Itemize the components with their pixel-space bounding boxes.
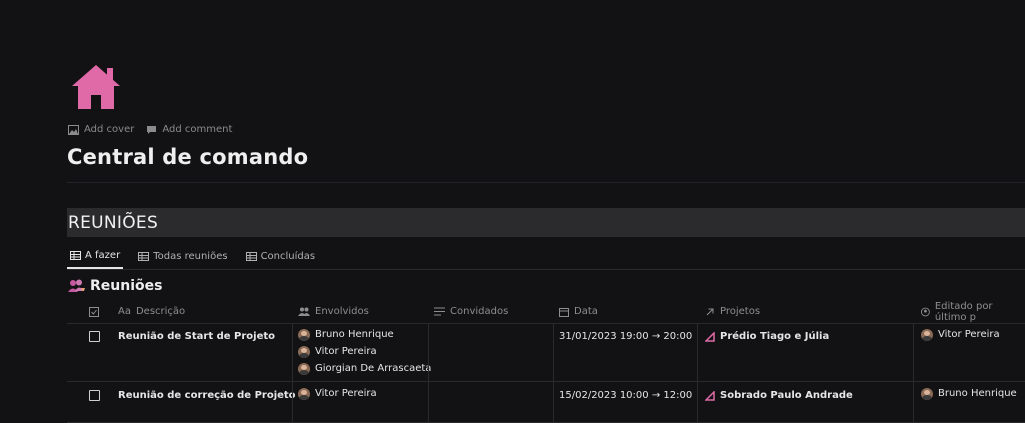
- person-name: Bruno Henrique: [315, 329, 394, 340]
- triangle-ruler-icon: [705, 331, 715, 342]
- avatar: [921, 387, 933, 400]
- row-projeto[interactable]: Sobrado Paulo Andrade: [705, 390, 853, 422]
- database-title-label: Reuniões: [90, 278, 163, 294]
- checkbox-column-icon: [89, 306, 99, 317]
- avatar: [298, 345, 310, 358]
- row-projeto[interactable]: Prédio Tiago e Júlia: [705, 331, 829, 381]
- person-chip: Bruno Henrique: [921, 385, 1017, 402]
- people-icon: [298, 307, 310, 316]
- person-chip: Bruno Henrique: [298, 326, 431, 343]
- user-circle-icon: [921, 307, 930, 316]
- column-divider: [913, 382, 914, 422]
- add-comment-button[interactable]: Add comment: [146, 124, 232, 135]
- tab-label: Todas reuniões: [153, 250, 228, 262]
- tab-concluidas[interactable]: Concluídas: [243, 243, 319, 269]
- column-header-convidados[interactable]: Convidados: [434, 300, 508, 323]
- table-icon: [138, 251, 150, 261]
- column-header-projetos[interactable]: Projetos: [705, 300, 760, 323]
- table-icon: [70, 250, 81, 260]
- column-divider: [697, 382, 698, 422]
- column-label: Convidados: [450, 306, 509, 317]
- column-header-descricao[interactable]: Aa Descrição: [118, 300, 185, 323]
- column-label: Descrição: [135, 306, 186, 317]
- column-label: Data: [574, 306, 598, 317]
- person-name: Vitor Pereira: [938, 329, 1000, 340]
- column-divider: [697, 323, 698, 381]
- page-title: Central de comando: [67, 145, 309, 169]
- divider: [67, 182, 1025, 183]
- image-icon: [68, 124, 79, 135]
- column-header-envolvidos[interactable]: Envolvidos: [298, 300, 369, 323]
- person-chip: Vitor Pereira: [298, 343, 431, 360]
- column-header-editado[interactable]: Editado por último p: [921, 300, 1025, 323]
- add-cover-button[interactable]: Add cover: [68, 124, 134, 135]
- add-cover-label: Add cover: [84, 124, 135, 135]
- column-header-data[interactable]: Data: [559, 300, 598, 323]
- column-divider: [292, 323, 293, 381]
- column-divider: [913, 323, 914, 381]
- section-title: REUNIÕES: [68, 212, 159, 233]
- add-comment-label: Add comment: [162, 124, 233, 135]
- page-actions: Add cover Add comment: [68, 124, 232, 135]
- person-name: Giorgian De Arrascaeta: [315, 363, 432, 374]
- calendar-icon: [559, 307, 569, 317]
- column-divider: [292, 382, 293, 422]
- section-header: REUNIÕES: [67, 208, 1025, 237]
- table-row[interactable]: Reunião de correção de Projeto Vitor Per…: [67, 382, 1025, 423]
- person-name: Vitor Pereira: [315, 388, 377, 399]
- tab-label: Concluídas: [260, 250, 316, 262]
- column-label: Editado por último p: [934, 300, 993, 323]
- table-icon: [245, 251, 257, 261]
- person-chip: Vitor Pereira: [298, 385, 377, 402]
- avatar: [298, 387, 310, 400]
- row-editado[interactable]: Vitor Pereira: [921, 326, 1000, 381]
- row-data[interactable]: 31/01/2023 19:00 → 20:00: [559, 331, 692, 381]
- person-name: Vitor Pereira: [315, 346, 377, 357]
- column-label: Projetos: [720, 306, 761, 317]
- view-tabs: A fazer Todas reuniões Concluídas: [67, 243, 1025, 270]
- text-type-icon: Aa: [118, 306, 131, 317]
- project-name: Prédio Tiago e Júlia: [720, 331, 830, 342]
- comment-icon: [147, 125, 157, 134]
- tab-a-fazer[interactable]: A fazer: [67, 243, 124, 269]
- avatar: [921, 328, 933, 341]
- column-label: Envolvidos: [315, 306, 369, 317]
- avatar: [298, 362, 310, 375]
- tab-label: A fazer: [85, 249, 121, 261]
- table-header: Aa Descrição Envolvidos Convidados Data …: [67, 300, 1025, 324]
- text-lines-icon: [434, 307, 445, 316]
- row-data[interactable]: 15/02/2023 10:00 → 12:00: [559, 390, 692, 422]
- row-descricao[interactable]: Reunião de correção de Projeto: [118, 390, 296, 401]
- column-divider: [428, 323, 429, 381]
- people-icon: [68, 279, 85, 292]
- relation-arrow-icon: [706, 308, 714, 315]
- column-divider: [428, 382, 429, 422]
- project-name: Sobrado Paulo Andrade: [720, 390, 853, 401]
- row-checkbox[interactable]: [89, 390, 100, 401]
- triangle-ruler-icon: [705, 390, 715, 401]
- row-descricao[interactable]: Reunião de Start de Projeto: [118, 331, 275, 342]
- person-chip: Giorgian De Arrascaeta: [298, 360, 431, 377]
- house-icon: [72, 65, 120, 109]
- table-row[interactable]: Reunião de Start de Projeto Bruno Henriq…: [67, 323, 1025, 382]
- column-divider: [553, 323, 554, 381]
- row-checkbox[interactable]: [89, 331, 100, 342]
- avatar: [298, 328, 310, 341]
- person-name: Bruno Henrique: [938, 388, 1017, 399]
- row-envolvidos[interactable]: Bruno Henrique Vitor Pereira Giorgian De…: [298, 326, 431, 381]
- column-header-check[interactable]: [89, 300, 99, 323]
- column-divider: [553, 382, 554, 422]
- database-title[interactable]: Reuniões: [68, 278, 162, 294]
- person-chip: Vitor Pereira: [921, 326, 1000, 343]
- tab-todas-reunioes[interactable]: Todas reuniões: [135, 243, 230, 269]
